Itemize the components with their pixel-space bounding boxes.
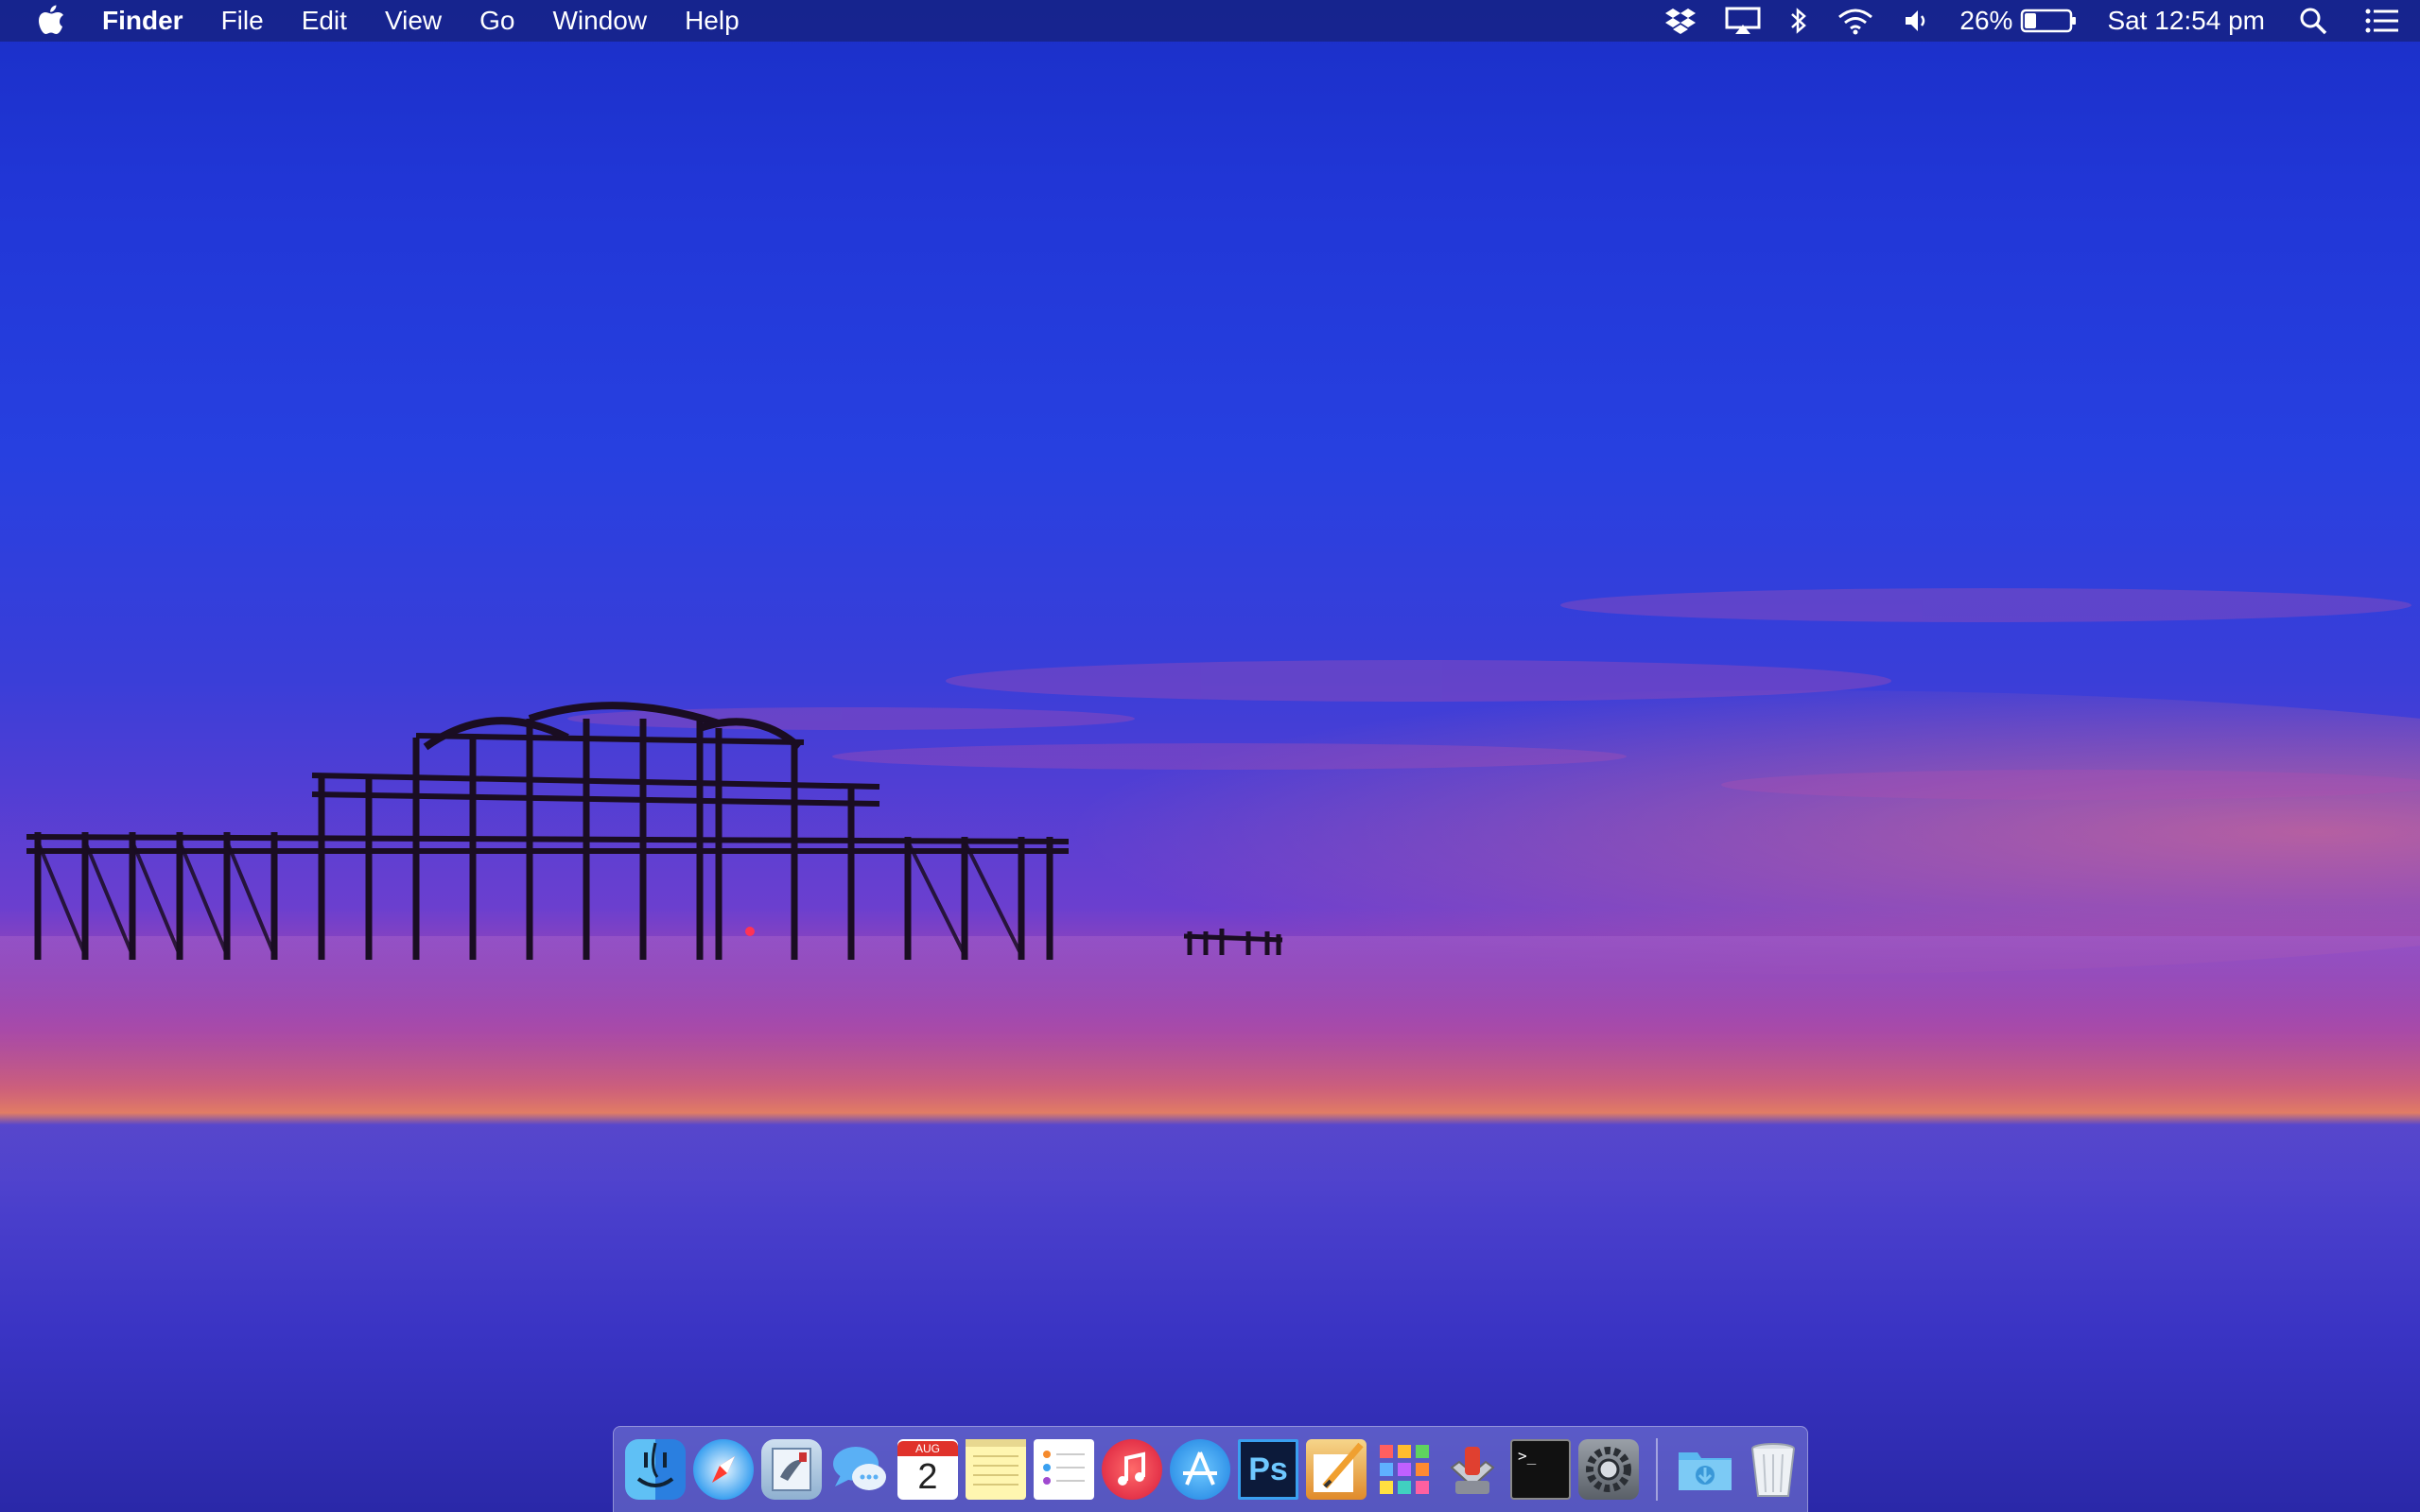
desktop[interactable]: Finder File Edit View Go Window Help 26%… bbox=[0, 0, 2420, 1512]
mail-icon[interactable] bbox=[761, 1439, 822, 1500]
pages-icon[interactable] bbox=[1306, 1439, 1367, 1500]
menu-help[interactable]: Help bbox=[685, 6, 740, 36]
dock: AUG 2 Ps >_ bbox=[613, 1426, 1808, 1512]
wifi-icon[interactable] bbox=[1837, 7, 1874, 35]
apple-menu-icon[interactable] bbox=[38, 5, 64, 37]
finder-icon[interactable] bbox=[625, 1439, 686, 1500]
notes-icon[interactable] bbox=[966, 1439, 1026, 1500]
launchpad-icon[interactable] bbox=[1374, 1439, 1435, 1500]
app-menu-finder[interactable]: Finder bbox=[102, 6, 183, 36]
dropbox-icon[interactable] bbox=[1664, 7, 1697, 35]
battery-icon[interactable] bbox=[2020, 8, 2079, 34]
menu-file[interactable]: File bbox=[221, 6, 264, 36]
menu-bar: Finder File Edit View Go Window Help 26%… bbox=[0, 0, 2420, 42]
messages-icon[interactable] bbox=[829, 1439, 890, 1500]
itunes-icon[interactable] bbox=[1102, 1439, 1162, 1500]
photoshop-label: Ps bbox=[1248, 1451, 1288, 1487]
spotlight-search-icon[interactable] bbox=[2299, 7, 2327, 35]
terminal-prompt: >_ bbox=[1518, 1447, 1537, 1465]
app-store-icon[interactable] bbox=[1170, 1439, 1230, 1500]
wallpaper bbox=[0, 588, 2420, 1182]
volume-icon[interactable] bbox=[1903, 7, 1931, 35]
dock-separator bbox=[1656, 1438, 1658, 1501]
airplay-icon[interactable] bbox=[1725, 7, 1761, 35]
clock[interactable]: Sat 12:54 pm bbox=[2107, 6, 2265, 36]
downloads-folder-icon[interactable] bbox=[1675, 1439, 1735, 1500]
menu-go[interactable]: Go bbox=[479, 6, 514, 36]
menu-view[interactable]: View bbox=[385, 6, 442, 36]
photoshop-icon[interactable]: Ps bbox=[1238, 1439, 1298, 1500]
calendar-icon[interactable]: AUG 2 bbox=[897, 1439, 958, 1500]
transmit-icon[interactable] bbox=[1442, 1439, 1503, 1500]
bluetooth-icon[interactable] bbox=[1789, 6, 1808, 36]
calendar-month: AUG bbox=[897, 1441, 958, 1456]
calendar-day: 2 bbox=[917, 1457, 938, 1497]
terminal-icon[interactable]: >_ bbox=[1510, 1439, 1571, 1500]
menu-window[interactable]: Window bbox=[552, 6, 647, 36]
safari-icon[interactable] bbox=[693, 1439, 754, 1500]
reminders-icon[interactable] bbox=[1034, 1439, 1094, 1500]
menu-edit[interactable]: Edit bbox=[302, 6, 347, 36]
system-preferences-icon[interactable] bbox=[1578, 1439, 1639, 1500]
battery-percent[interactable]: 26% bbox=[1959, 6, 2012, 36]
trash-icon[interactable] bbox=[1743, 1439, 1803, 1500]
notification-center-icon[interactable] bbox=[2365, 8, 2399, 34]
